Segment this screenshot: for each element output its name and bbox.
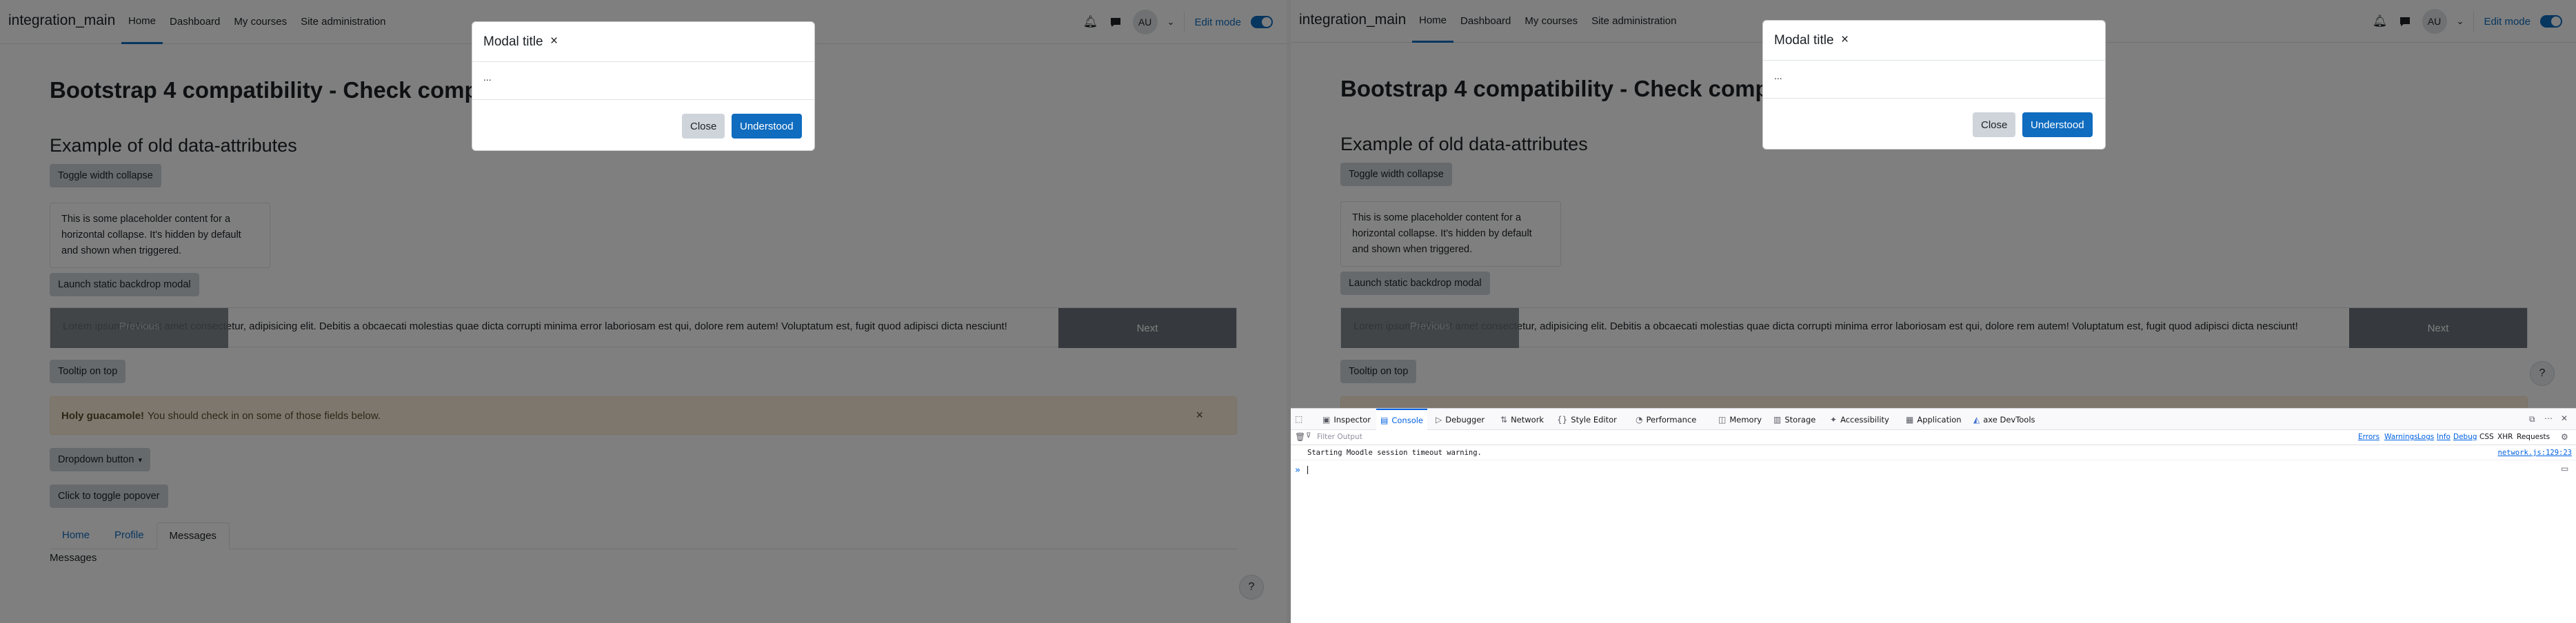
application-icon: ▦ <box>1906 414 1914 425</box>
tab-inspector[interactable]: ▣ Inspector <box>1318 409 1375 430</box>
modal-close-button[interactable]: Close <box>1973 112 2016 137</box>
console-message-source[interactable]: network.js:129:23 <box>2498 449 2572 457</box>
filter-xhr[interactable]: XHR <box>2497 433 2513 441</box>
memory-icon: ◫ <box>1718 414 1727 425</box>
devtools-panel: ⬚ ▣ Inspector ▤ Console ▷ Debugger ⇅ Network… <box>1291 408 2576 623</box>
browser-pane-right: integration_main Home Dashboard My cours… <box>1291 0 2576 623</box>
accessibility-icon: ✦ <box>1830 414 1838 425</box>
tab-label: axe DevTools <box>1983 414 2035 425</box>
modal-body: ... <box>483 72 492 83</box>
network-icon: ⇅ <box>1500 414 1508 425</box>
tab-style-editor[interactable]: {} Style Editor <box>1553 409 1621 430</box>
tab-performance[interactable]: ◔ Performance <box>1631 409 1700 430</box>
filter-requests[interactable]: Requests <box>2517 433 2550 441</box>
tab-label: Style Editor <box>1571 414 1617 425</box>
modal-header: Modal title × <box>472 22 814 62</box>
modal-title: Modal title <box>483 34 543 49</box>
modal-title: Modal title <box>1774 33 1834 48</box>
close-icon[interactable]: × <box>1841 32 1849 48</box>
element-picker-icon[interactable]: ⬚ <box>1295 414 1302 424</box>
inspector-icon: ▣ <box>1322 414 1331 425</box>
modal-footer: Close Understood <box>472 99 814 152</box>
tab-label: Inspector <box>1334 414 1371 425</box>
modal-understood-button[interactable]: Understood <box>732 114 802 139</box>
browser-pane-left: integration_main Home Dashboard My cours… <box>0 0 1287 623</box>
tab-label: Debugger <box>1445 414 1485 425</box>
console-filter-bar: 🗑︎ ⊽ Filter Output Errors Warnings Logs … <box>1291 430 2576 445</box>
dock-icon[interactable]: ⧉ <box>2529 414 2535 425</box>
tab-application[interactable]: ▦ Application <box>1902 409 1966 430</box>
style-editor-icon: {} <box>1557 414 1568 425</box>
console-message-text: Starting Moodle session timeout warning. <box>1307 449 1482 457</box>
tab-label: Network <box>1511 414 1544 425</box>
modal-footer: Close Understood <box>1763 98 2105 150</box>
modal-body: ... <box>1774 70 1782 81</box>
more-options-icon[interactable]: ⋯ <box>2544 413 2553 423</box>
tab-label: Accessibility <box>1840 414 1889 425</box>
level-warnings[interactable]: Warnings <box>2384 433 2418 441</box>
debugger-icon: ▷ <box>1436 414 1442 425</box>
modal-header: Modal title × <box>1763 21 2105 61</box>
tab-label: Performance <box>1646 414 1697 425</box>
devtools-toolbar: ⬚ ▣ Inspector ▤ Console ▷ Debugger ⇅ Network… <box>1291 409 2576 430</box>
tab-label: Storage <box>1784 414 1816 425</box>
level-debug[interactable]: Debug <box>2453 433 2477 441</box>
console-icon: ▤ <box>1380 415 1389 425</box>
filter-css[interactable]: CSS <box>2479 433 2494 441</box>
filter-icon: ⊽ <box>1306 432 1311 440</box>
console-message: Starting Moodle session timeout warning.… <box>1291 445 2576 460</box>
tab-network[interactable]: ⇅ Network <box>1496 409 1548 430</box>
console-input[interactable] <box>1307 466 1308 474</box>
modal-close-button[interactable]: Close <box>682 114 725 139</box>
editor-mode-icon[interactable]: ▭ <box>2561 464 2568 473</box>
console-prompt-icon: » <box>1295 465 1300 476</box>
trash-icon[interactable]: 🗑︎ <box>1295 432 1305 442</box>
tab-memory[interactable]: ◫ Memory <box>1714 409 1766 430</box>
settings-icon[interactable]: ⚙ <box>2561 432 2568 442</box>
axe-icon: ◭ <box>1973 414 1980 425</box>
modal-dialog: Modal title × ... Close Understood <box>472 21 815 151</box>
level-logs[interactable]: Logs <box>2417 433 2434 441</box>
modal-dialog: Modal title × ... Close Understood <box>1762 20 2106 150</box>
tab-storage[interactable]: ▥ Storage <box>1769 409 1820 430</box>
close-devtools-icon[interactable]: ✕ <box>2561 413 2568 423</box>
level-errors[interactable]: Errors <box>2358 433 2379 441</box>
tab-label: Memory <box>1729 414 1762 425</box>
tab-console[interactable]: ▤ Console <box>1376 409 1427 430</box>
filter-input[interactable]: Filter Output <box>1317 433 1362 441</box>
tab-axe-devtools[interactable]: ◭ axe DevTools <box>1969 409 2040 430</box>
close-icon[interactable]: × <box>550 34 558 49</box>
level-info[interactable]: Info <box>2437 433 2451 441</box>
tab-debugger[interactable]: ▷ Debugger <box>1431 409 1489 430</box>
tab-label: Application <box>1917 414 1962 425</box>
tab-accessibility[interactable]: ✦ Accessibility <box>1826 409 1893 430</box>
storage-icon: ▥ <box>1773 414 1782 425</box>
tab-label: Console <box>1391 415 1423 425</box>
modal-understood-button[interactable]: Understood <box>2022 112 2093 137</box>
performance-icon: ◔ <box>1636 414 1643 425</box>
